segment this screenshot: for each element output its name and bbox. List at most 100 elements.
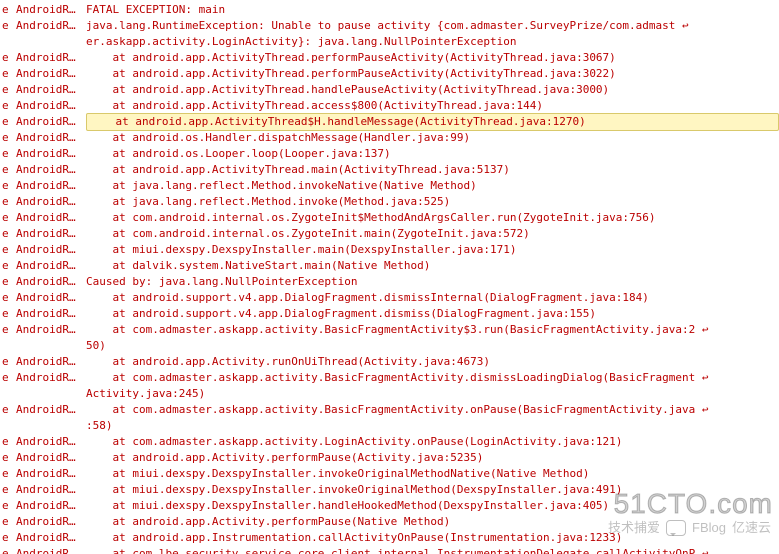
log-message: at android.app.ActivityThread.access$800… bbox=[86, 98, 779, 114]
log-message: at android.app.Activity.performPause(Act… bbox=[86, 450, 779, 466]
logcat-output[interactable]: eAndroidR…FATAL EXCEPTION: maineAndroidR… bbox=[0, 0, 779, 554]
log-tag: AndroidR… bbox=[16, 274, 86, 290]
log-level: e bbox=[0, 482, 16, 498]
log-tag: AndroidR… bbox=[16, 450, 86, 466]
log-level: e bbox=[0, 146, 16, 162]
log-tag: AndroidR… bbox=[16, 98, 86, 114]
log-line[interactable]: eAndroidR… at miui.dexspy.DexspyInstalle… bbox=[0, 482, 779, 498]
log-message: at android.app.ActivityThread$H.handleMe… bbox=[86, 113, 779, 131]
log-line[interactable]: eAndroidR… at com.admaster.askapp.activi… bbox=[0, 322, 779, 338]
log-message: Caused by: java.lang.NullPointerExceptio… bbox=[86, 274, 779, 290]
log-line[interactable]: eAndroidR… at android.support.v4.app.Dia… bbox=[0, 306, 779, 322]
log-line[interactable]: eAndroidR… at android.support.v4.app.Dia… bbox=[0, 290, 779, 306]
log-tag: AndroidR… bbox=[16, 66, 86, 82]
log-level: e bbox=[0, 530, 16, 546]
log-message: at com.admaster.askapp.activity.LoginAct… bbox=[86, 434, 779, 450]
log-line[interactable]: eAndroidR… at android.app.Activity.runOn… bbox=[0, 354, 779, 370]
log-line[interactable]: eAndroidR… at java.lang.reflect.Method.i… bbox=[0, 194, 779, 210]
log-tag: AndroidR… bbox=[16, 498, 86, 514]
log-level: e bbox=[0, 82, 16, 98]
log-tag: AndroidR… bbox=[16, 434, 86, 450]
log-line[interactable]: eAndroidR… at com.android.internal.os.Zy… bbox=[0, 226, 779, 242]
log-line[interactable]: eAndroidR…Caused by: java.lang.NullPoint… bbox=[0, 274, 779, 290]
log-line[interactable]: eAndroidR… at android.app.Activity.perfo… bbox=[0, 450, 779, 466]
log-line[interactable]: eAndroidR… at android.app.ActivityThread… bbox=[0, 162, 779, 178]
log-message: er.askapp.activity.LoginActivity}: java.… bbox=[86, 34, 779, 50]
log-level: e bbox=[0, 162, 16, 178]
log-message: at dalvik.system.NativeStart.main(Native… bbox=[86, 258, 779, 274]
log-level: e bbox=[0, 434, 16, 450]
log-line[interactable]: eAndroidR… at miui.dexspy.DexspyInstalle… bbox=[0, 242, 779, 258]
log-line[interactable]: eAndroidR…Activity.java:245) bbox=[0, 386, 779, 402]
log-message: at android.app.Activity.runOnUiThread(Ac… bbox=[86, 354, 779, 370]
log-line[interactable]: eAndroidR… at com.lbe.security.service.c… bbox=[0, 546, 779, 554]
log-line[interactable]: eAndroidR… at android.app.ActivityThread… bbox=[0, 50, 779, 66]
log-level: e bbox=[0, 178, 16, 194]
log-tag: AndroidR… bbox=[16, 290, 86, 306]
log-level: e bbox=[0, 402, 16, 418]
log-line[interactable]: eAndroidR…50) bbox=[0, 338, 779, 354]
log-level: e bbox=[0, 290, 16, 306]
log-message: at android.app.ActivityThread.performPau… bbox=[86, 50, 779, 66]
log-level: e bbox=[0, 258, 16, 274]
log-tag: AndroidR… bbox=[16, 18, 86, 34]
log-level: e bbox=[0, 354, 16, 370]
log-message: 50) bbox=[86, 338, 779, 354]
log-message: at miui.dexspy.DexspyInstaller.invokeOri… bbox=[86, 482, 779, 498]
log-message: :58) bbox=[86, 418, 779, 434]
log-level: e bbox=[0, 130, 16, 146]
log-line[interactable]: eAndroidR… at android.app.ActivityThread… bbox=[0, 82, 779, 98]
log-tag: AndroidR… bbox=[16, 50, 86, 66]
log-tag: AndroidR… bbox=[16, 194, 86, 210]
log-tag: AndroidR… bbox=[16, 306, 86, 322]
log-tag: AndroidR… bbox=[16, 370, 86, 386]
log-tag: AndroidR… bbox=[16, 210, 86, 226]
log-line[interactable]: eAndroidR…FATAL EXCEPTION: main bbox=[0, 2, 779, 18]
log-line[interactable]: eAndroidR… at android.app.ActivityThread… bbox=[0, 114, 779, 130]
log-tag: AndroidR… bbox=[16, 2, 86, 18]
log-tag: AndroidR… bbox=[16, 258, 86, 274]
log-line[interactable]: eAndroidR… at com.admaster.askapp.activi… bbox=[0, 370, 779, 386]
log-line[interactable]: eAndroidR… at android.app.Activity.perfo… bbox=[0, 514, 779, 530]
log-line[interactable]: eAndroidR… at miui.dexspy.DexspyInstalle… bbox=[0, 498, 779, 514]
log-line[interactable]: eAndroidR… at com.admaster.askapp.activi… bbox=[0, 402, 779, 418]
log-level: e bbox=[0, 306, 16, 322]
log-message: at android.app.ActivityThread.handlePaus… bbox=[86, 82, 779, 98]
log-tag: AndroidR… bbox=[16, 114, 86, 130]
log-line[interactable]: eAndroidR… at android.os.Handler.dispatc… bbox=[0, 130, 779, 146]
log-message: at android.os.Looper.loop(Looper.java:13… bbox=[86, 146, 779, 162]
log-level: e bbox=[0, 274, 16, 290]
log-message: at android.support.v4.app.DialogFragment… bbox=[86, 306, 779, 322]
log-message: at java.lang.reflect.Method.invoke(Metho… bbox=[86, 194, 779, 210]
log-line[interactable]: eAndroidR…java.lang.RuntimeException: Un… bbox=[0, 18, 779, 34]
log-message: at java.lang.reflect.Method.invokeNative… bbox=[86, 178, 779, 194]
log-level: e bbox=[0, 210, 16, 226]
log-line[interactable]: eAndroidR…er.askapp.activity.LoginActivi… bbox=[0, 34, 779, 50]
log-level: e bbox=[0, 2, 16, 18]
log-message: at android.app.Instrumentation.callActiv… bbox=[86, 530, 779, 546]
log-level: e bbox=[0, 322, 16, 338]
log-line[interactable]: eAndroidR… at miui.dexspy.DexspyInstalle… bbox=[0, 466, 779, 482]
log-line[interactable]: eAndroidR… at android.app.ActivityThread… bbox=[0, 98, 779, 114]
log-level: e bbox=[0, 50, 16, 66]
log-level: e bbox=[0, 514, 16, 530]
log-line[interactable]: eAndroidR… at android.app.Instrumentatio… bbox=[0, 530, 779, 546]
log-tag: AndroidR… bbox=[16, 178, 86, 194]
log-line[interactable]: eAndroidR… at android.os.Looper.loop(Loo… bbox=[0, 146, 779, 162]
log-tag: AndroidR… bbox=[16, 530, 86, 546]
log-level: e bbox=[0, 466, 16, 482]
log-line[interactable]: eAndroidR… at dalvik.system.NativeStart.… bbox=[0, 258, 779, 274]
log-line[interactable]: eAndroidR… at com.android.internal.os.Zy… bbox=[0, 210, 779, 226]
log-line[interactable]: eAndroidR…:58) bbox=[0, 418, 779, 434]
log-message: at com.admaster.askapp.activity.BasicFra… bbox=[86, 402, 779, 418]
log-line[interactable]: eAndroidR… at android.app.ActivityThread… bbox=[0, 66, 779, 82]
log-line[interactable]: eAndroidR… at com.admaster.askapp.activi… bbox=[0, 434, 779, 450]
log-line[interactable]: eAndroidR… at java.lang.reflect.Method.i… bbox=[0, 178, 779, 194]
log-message: at miui.dexspy.DexspyInstaller.main(Dexs… bbox=[86, 242, 779, 258]
log-level: e bbox=[0, 226, 16, 242]
log-level: e bbox=[0, 546, 16, 554]
log-level: e bbox=[0, 498, 16, 514]
log-tag: AndroidR… bbox=[16, 546, 86, 554]
log-message: at com.lbe.security.service.core.client.… bbox=[86, 546, 779, 554]
log-level: e bbox=[0, 450, 16, 466]
